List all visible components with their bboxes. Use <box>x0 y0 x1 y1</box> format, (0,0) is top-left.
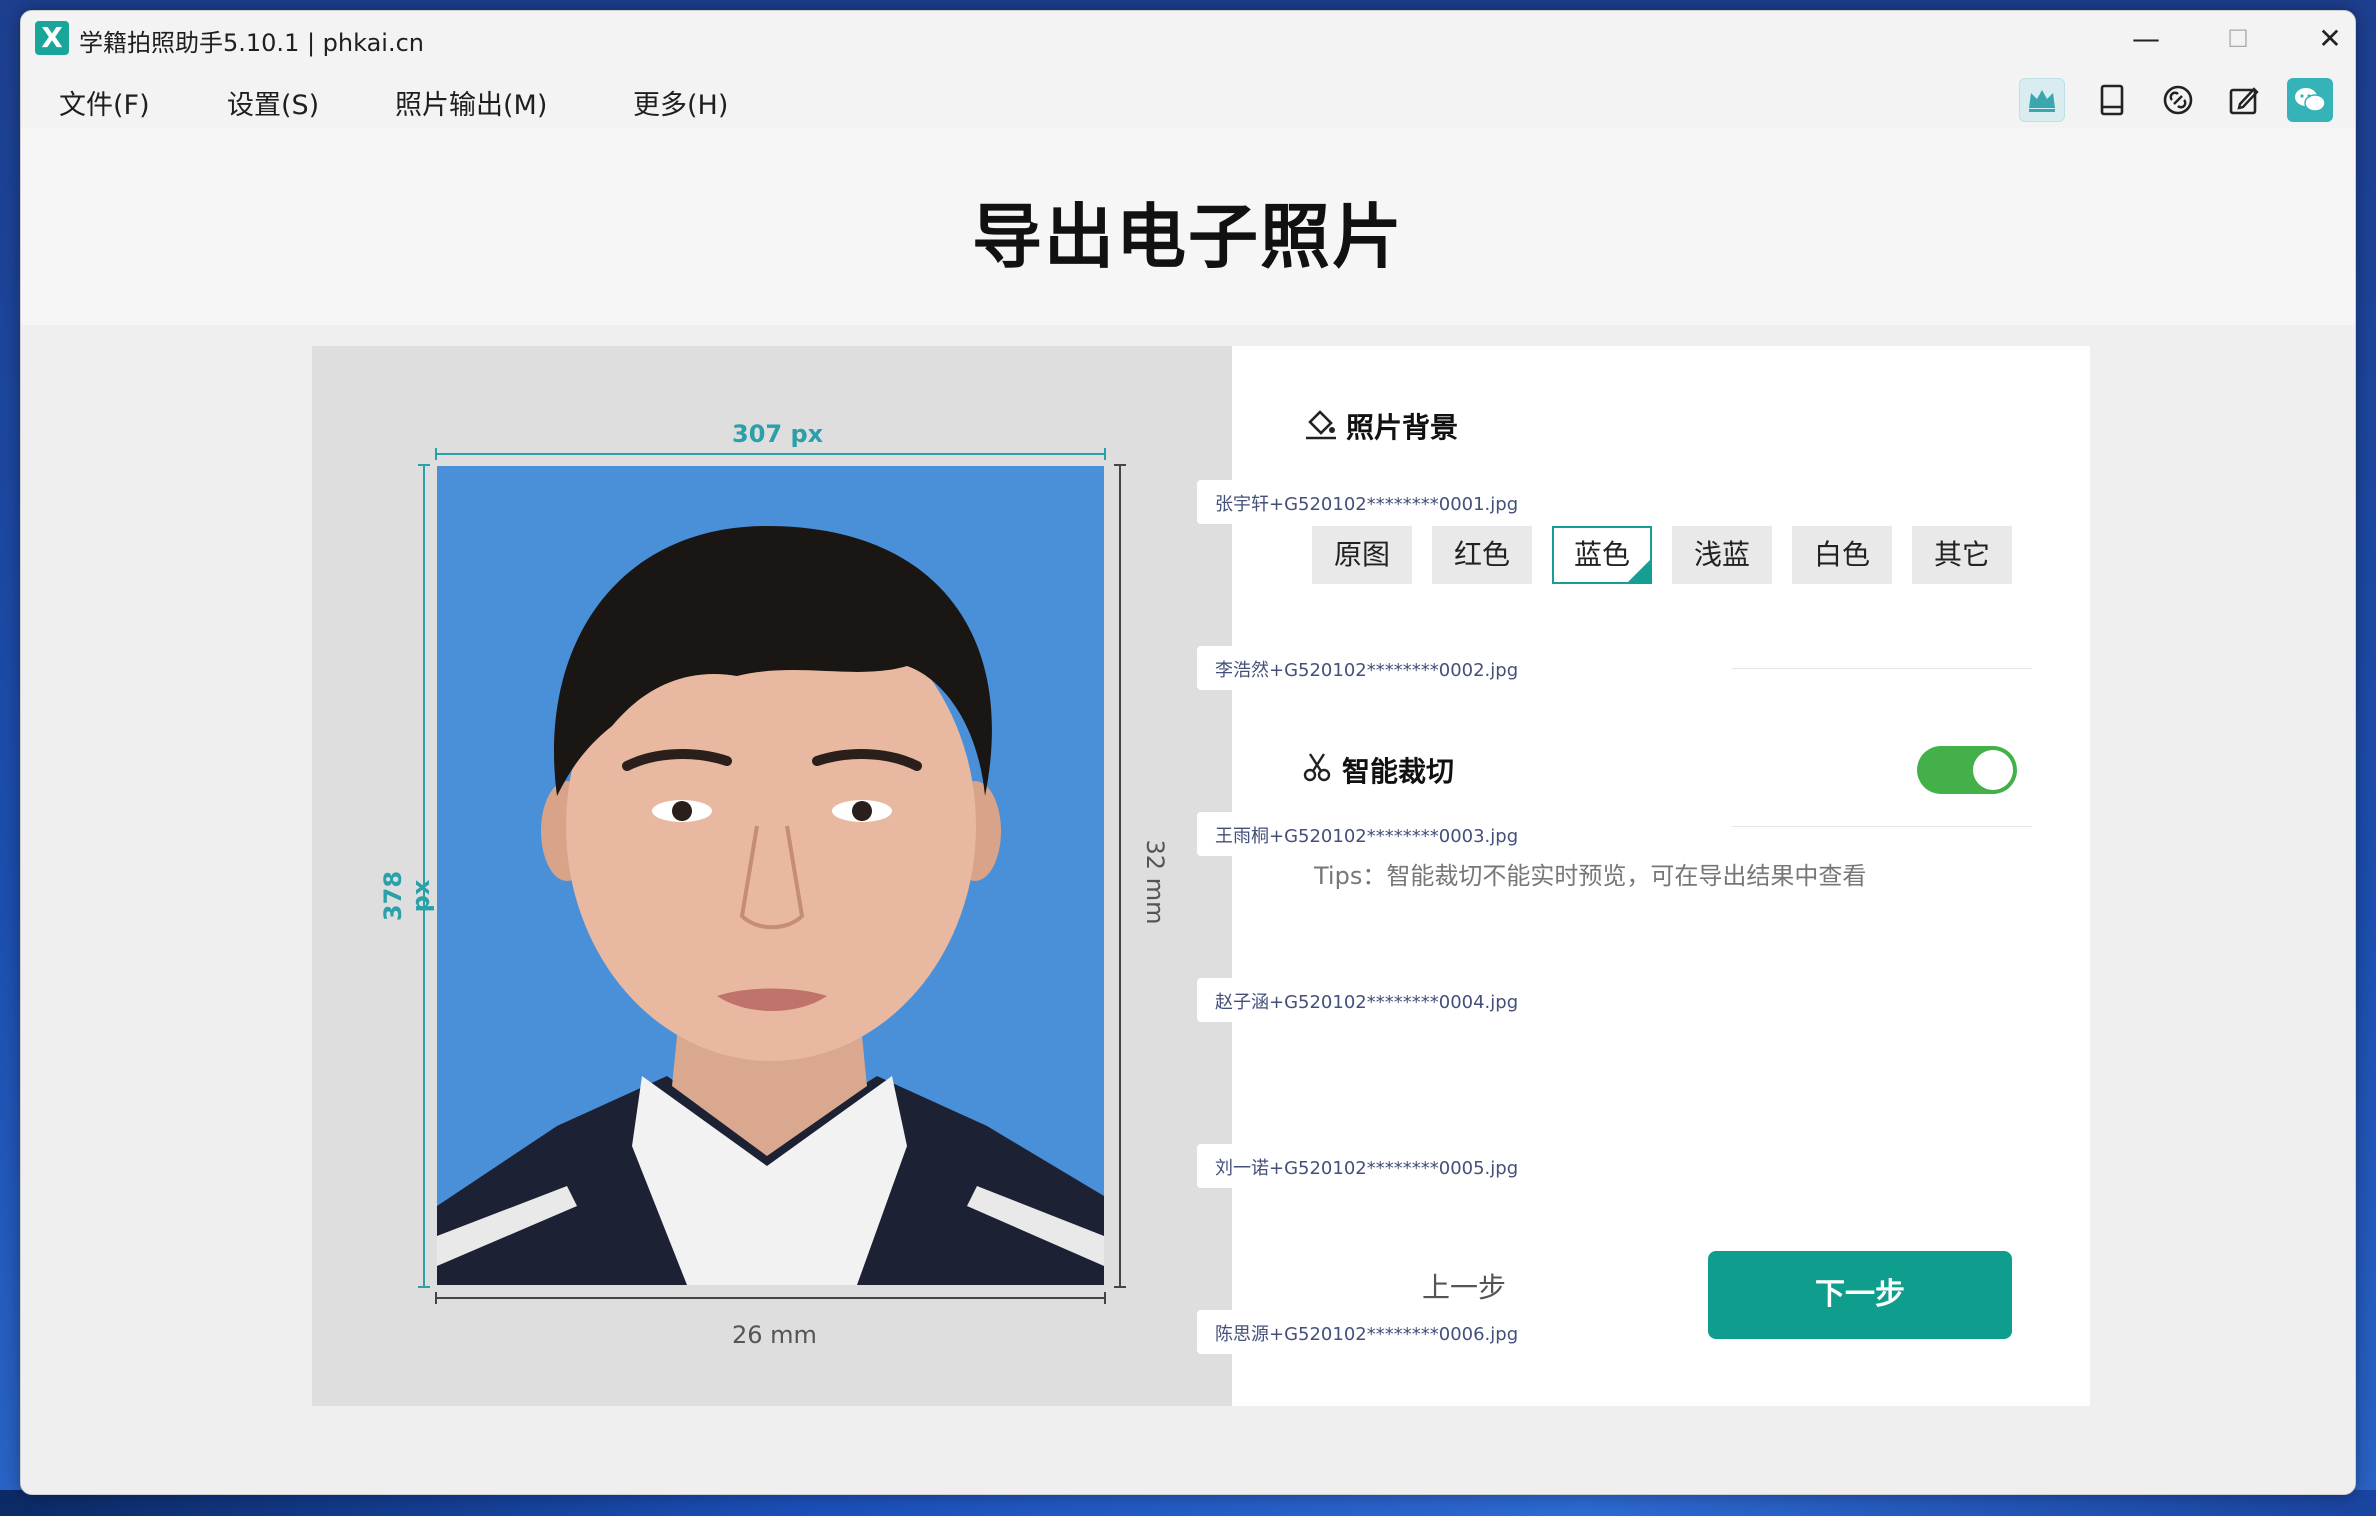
file-tag: 张宇轩+G520102********0001.jpg <box>1197 480 1518 524</box>
page-title: 导出电子照片 <box>972 196 1404 278</box>
bg-option-blue[interactable]: 蓝色 <box>1552 526 1652 584</box>
title-bar: X 学籍拍照助手5.10.1 | phkai.cn — ☐ ✕ <box>21 11 2355 66</box>
crown-icon[interactable] <box>2019 78 2065 122</box>
width-px-label: 307 px <box>732 420 824 448</box>
wechat-icon[interactable] <box>2287 78 2333 122</box>
smart-crop-tips: Tips：智能裁切不能实时预览，可在导出结果中查看 <box>1314 862 1867 890</box>
bg-option-red[interactable]: 红色 <box>1432 526 1532 584</box>
file-tag: 李浩然+G520102********0002.jpg <box>1197 646 1518 690</box>
smart-crop-toggle[interactable] <box>1917 746 2017 794</box>
menu-photo-output[interactable]: 照片输出(M) <box>395 83 547 122</box>
tablet-icon[interactable] <box>2089 78 2135 122</box>
section-divider <box>1732 826 2032 827</box>
preview-panel: 307 px 378 px 32 mm 26 mm <box>312 346 1232 1406</box>
height-px-label: 378 px <box>379 870 435 922</box>
file-tag: 赵子涵+G520102********0004.jpg <box>1197 978 1518 1022</box>
previous-step-button[interactable]: 上一步 <box>1422 1266 1506 1306</box>
edit-icon[interactable] <box>2221 78 2267 122</box>
toggle-knob <box>1973 750 2013 790</box>
height-mm-dimension-line <box>1114 464 1126 1288</box>
close-button[interactable]: ✕ <box>2305 19 2355 59</box>
scissors-icon <box>1303 753 1331 782</box>
page-header: 导出电子照片 <box>21 128 2355 325</box>
bg-option-white[interactable]: 白色 <box>1792 526 1892 584</box>
height-mm-label: 32 mm <box>1141 839 1169 925</box>
width-mm-label: 26 mm <box>732 1321 817 1349</box>
section-divider <box>1732 668 2032 669</box>
file-tag: 刘一诺+G520102********0005.jpg <box>1197 1144 1518 1188</box>
bg-option-other[interactable]: 其它 <box>1912 526 2012 584</box>
paint-bucket-icon <box>1306 410 1336 440</box>
minimize-button[interactable]: — <box>2121 19 2171 59</box>
next-step-button[interactable]: 下一步 <box>1708 1251 2012 1339</box>
menu-file[interactable]: 文件(F) <box>59 83 150 122</box>
smart-crop-section-title: 智能裁切 <box>1342 755 1455 788</box>
link-icon[interactable] <box>2155 78 2201 122</box>
menu-settings[interactable]: 设置(S) <box>227 83 319 122</box>
app-window: X 学籍拍照助手5.10.1 | phkai.cn — ☐ ✕ 文件(F) 设置… <box>20 10 2356 1495</box>
portrait-photo <box>437 466 1104 1285</box>
width-mm-dimension-line <box>435 1292 1106 1304</box>
window-title: 学籍拍照助手5.10.1 | phkai.cn <box>79 29 425 57</box>
bg-option-light-blue[interactable]: 浅蓝 <box>1672 526 1772 584</box>
bg-option-original[interactable]: 原图 <box>1312 526 1412 584</box>
file-tag: 陈思源+G520102********0006.jpg <box>1197 1310 1518 1354</box>
width-px-dimension-line <box>435 448 1106 460</box>
maximize-button[interactable]: ☐ <box>2213 19 2263 59</box>
menu-more[interactable]: 更多(H) <box>633 83 728 122</box>
menu-bar: 文件(F) 设置(S) 照片输出(M) 更多(H) <box>21 66 2355 128</box>
app-logo-icon: X <box>35 21 69 55</box>
file-tag: 王雨桐+G520102********0003.jpg <box>1197 812 1518 856</box>
background-section-title: 照片背景 <box>1346 411 1459 444</box>
